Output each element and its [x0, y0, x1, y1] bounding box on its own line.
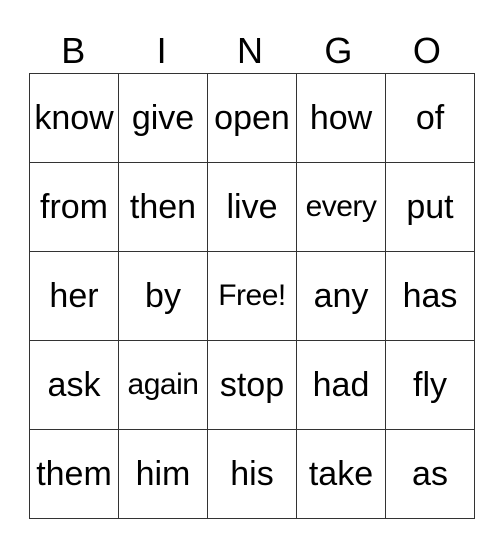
header-letter-o: O	[412, 30, 441, 71]
card-row: ask again stop had fly	[29, 340, 475, 430]
card-cell[interactable]: open	[207, 73, 297, 163]
card-cell[interactable]: them	[29, 429, 119, 519]
card-cell[interactable]: has	[385, 251, 475, 341]
card-cell[interactable]: him	[118, 429, 208, 519]
header-letter-i: I	[156, 30, 167, 71]
card-cell[interactable]: then	[118, 162, 208, 252]
card-cell[interactable]: know	[29, 73, 119, 163]
header-letter-n: N	[237, 30, 264, 71]
card-cell[interactable]: his	[207, 429, 297, 519]
free-space-cell[interactable]: Free!	[207, 251, 297, 341]
card-cell[interactable]: ask	[29, 340, 119, 430]
card-cell[interactable]: stop	[207, 340, 297, 430]
card-row: them him his take as	[29, 429, 475, 519]
card-cell[interactable]: give	[118, 73, 208, 163]
card-cell[interactable]: as	[385, 429, 475, 519]
card-row: her by Free! any has	[29, 251, 475, 341]
bingo-card: know give open how of from then live eve…	[29, 73, 475, 519]
card-cell[interactable]: by	[118, 251, 208, 341]
card-cell[interactable]: of	[385, 73, 475, 163]
card-cell[interactable]: every	[296, 162, 386, 252]
card-cell[interactable]: take	[296, 429, 386, 519]
card-cell[interactable]: any	[296, 251, 386, 341]
card-cell[interactable]: from	[29, 162, 119, 252]
card-cell[interactable]: put	[385, 162, 475, 252]
card-cell[interactable]: fly	[385, 340, 475, 430]
bingo-header: B I N G O	[29, 30, 471, 72]
card-cell[interactable]: her	[29, 251, 119, 341]
card-cell[interactable]: had	[296, 340, 386, 430]
card-cell[interactable]: again	[118, 340, 208, 430]
card-cell[interactable]: how	[296, 73, 386, 163]
card-row: know give open how of	[29, 73, 475, 163]
header-letter-g: G	[324, 30, 353, 71]
header-letter-b: B	[61, 30, 86, 71]
card-row: from then live every put	[29, 162, 475, 252]
card-cell[interactable]: live	[207, 162, 297, 252]
